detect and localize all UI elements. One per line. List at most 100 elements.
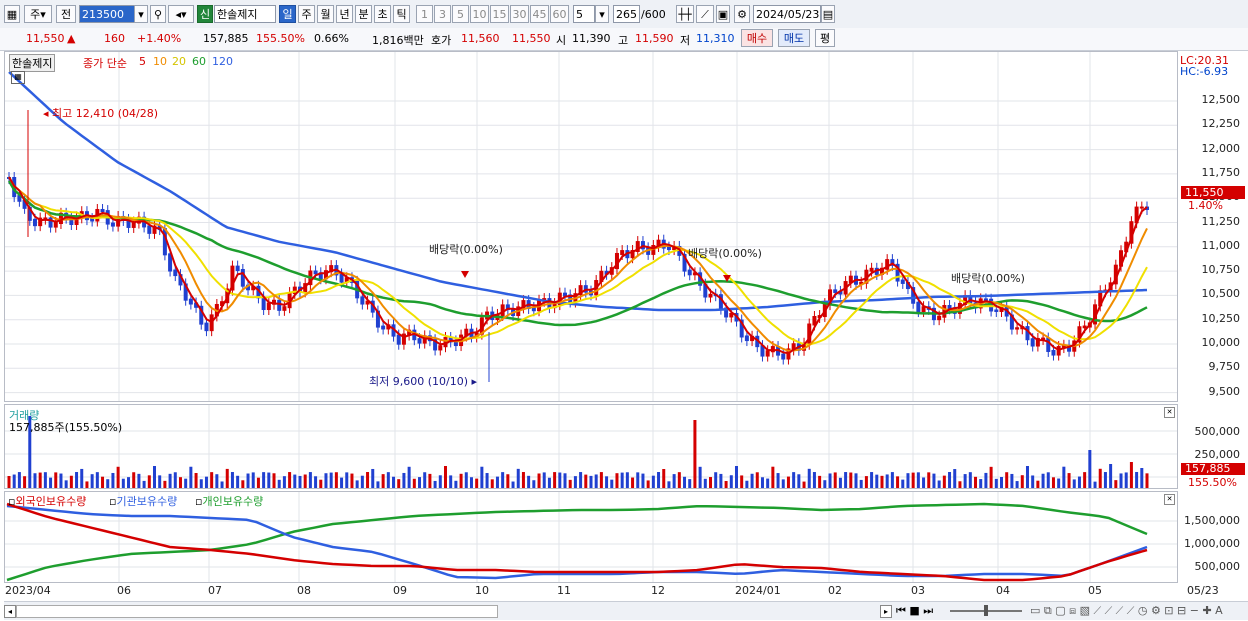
interval-5[interactable]: 30 — [510, 5, 529, 23]
period-6[interactable]: 틱 — [393, 5, 410, 23]
legend-ma10[interactable]: 10 — [153, 55, 167, 68]
interval-7[interactable]: 60 — [550, 5, 569, 23]
speaker-icon[interactable]: ◂▾ — [168, 5, 194, 23]
calendar-icon[interactable]: ▤ — [821, 5, 835, 23]
close-icon[interactable]: ✕ — [1164, 407, 1175, 418]
volume-bar-85 — [449, 475, 453, 488]
scroll-thumb[interactable] — [16, 605, 498, 618]
candle-body-72 — [381, 325, 386, 330]
stock-code-input[interactable]: 213500 — [79, 5, 135, 23]
volume-bar-102 — [537, 473, 541, 488]
volume-bar-78 — [412, 478, 416, 488]
close-icon[interactable]: ✕ — [1164, 494, 1175, 505]
scroll-right-icon[interactable]: ▸ — [880, 605, 892, 618]
volume-bar-113 — [594, 474, 598, 488]
line-tool-icon[interactable]: ⟋ — [696, 5, 714, 23]
volume-bar-126 — [662, 469, 666, 488]
chevron-down-icon[interactable]: ▾ — [595, 5, 609, 23]
legend-ma120[interactable]: 120 — [212, 55, 233, 68]
date-field[interactable]: 2024/05/23 — [753, 5, 821, 23]
volume-bar-13 — [75, 472, 79, 488]
volume-bar-164 — [859, 479, 863, 488]
price-chart[interactable]: ◂ 최고 12,410 (04/28) 최저 9,600 (10/10) ▸ 배당락… — [5, 52, 1177, 401]
volume-bar-155 — [812, 472, 816, 488]
gear-icon[interactable]: ⚙ — [734, 5, 750, 23]
buy-button[interactable]: 매수 — [741, 29, 773, 47]
period-2[interactable]: 월 — [317, 5, 334, 23]
volume-panel[interactable]: 거래량 157,885주(155.50%) ✕ — [4, 404, 1178, 489]
volume-bar-72 — [381, 474, 385, 488]
legend-inst[interactable]: ▫기관보유수량 — [109, 493, 177, 509]
period-1[interactable]: 주 — [298, 5, 315, 23]
volume-bar-203 — [1062, 466, 1066, 488]
chevron-down-icon[interactable]: ▾ — [134, 5, 148, 23]
volume-bar-207 — [1083, 472, 1087, 488]
search-icon[interactable]: ⚲ — [150, 5, 166, 23]
zoom-slider-handle[interactable] — [984, 605, 988, 616]
sell-button[interactable]: 매도 — [778, 29, 810, 47]
x-label-4: 09 — [393, 584, 407, 597]
volume-bar-166 — [870, 472, 874, 488]
interval-4[interactable]: 15 — [490, 5, 509, 23]
legend-foreign[interactable]: ▫외국인보유수량 — [8, 493, 86, 509]
legend-ma60[interactable]: 60 — [192, 55, 206, 68]
period-5[interactable]: 초 — [374, 5, 391, 23]
volume-bar-109 — [573, 476, 577, 488]
volume-bar-3 — [23, 476, 27, 488]
interval-1[interactable]: 3 — [434, 5, 451, 23]
scroll-left-icon[interactable]: ◂ — [4, 605, 16, 618]
interval-3[interactable]: 10 — [470, 5, 489, 23]
table-icon[interactable]: ▦ — [11, 71, 25, 84]
sin-badge[interactable]: 신 — [197, 5, 213, 23]
candle-body-20 — [110, 222, 115, 227]
jeon-button[interactable]: 전 — [56, 5, 76, 23]
last-volume-tag: 157,885 — [1181, 463, 1245, 475]
volume-bar-23 — [127, 477, 131, 488]
candle-type-icon[interactable]: ┼┼ — [676, 5, 694, 23]
price-panel[interactable]: ◂ 최고 12,410 (04/28) 최저 9,600 (10/10) ▸ 배당락… — [4, 51, 1178, 402]
stock-name-field[interactable]: 한솔제지 — [214, 5, 276, 23]
volume-bar-170 — [890, 472, 894, 488]
drawing-tools-icon[interactable]: ▭ ⧉ ▢ ⧈ ▧ ⟋ ⟋ ⟋ ⟋ ◷ ⚙ ⊡ ⊟ − ✚ A — [1030, 604, 1223, 618]
period-4[interactable]: 분 — [355, 5, 372, 23]
legend-ma20[interactable]: 20 — [172, 55, 186, 68]
horizontal-scrollbar[interactable]: ◂ ▸ ⏮ ■ ⏭ ▭ ⧉ ▢ ⧈ ▧ ⟋ ⟋ ⟋ ⟋ ◷ ⚙ ⊡ ⊟ − ✚ … — [4, 601, 1248, 620]
volume-bar-10 — [59, 473, 63, 488]
candle-body-142 — [744, 335, 749, 342]
save-icon[interactable]: ▣ — [716, 5, 730, 23]
x-label-10: 03 — [911, 584, 925, 597]
x-label-13: 05/23 — [1187, 584, 1219, 597]
volume-bar-157 — [823, 480, 827, 488]
chart-menu-icon[interactable]: ▦ — [4, 5, 20, 23]
ask-price: 11,560 — [461, 32, 500, 45]
volume-bar-42 — [225, 468, 229, 488]
last-price-tag: 11,550 — [1181, 186, 1245, 199]
up-arrow-icon: ▲ — [67, 32, 76, 45]
legend-ma5[interactable]: 5 — [139, 55, 146, 68]
volume-bar-19 — [106, 479, 110, 488]
legend-stock-name[interactable]: 한솔제지 — [9, 54, 56, 72]
volume-bar-144 — [755, 472, 759, 488]
jong-selector[interactable]: 주▾ — [24, 5, 52, 23]
eval-button[interactable]: 평 — [815, 29, 835, 47]
holding-panel[interactable]: ▫외국인보유수량 ▫기관보유수량 ▫개인보유수량 ✕ — [4, 491, 1178, 583]
period-0[interactable]: 일 — [279, 5, 296, 23]
vol-tick-250k: 250,000 — [1194, 448, 1241, 461]
interval-0[interactable]: 1 — [416, 5, 433, 23]
volume-bar-177 — [927, 472, 931, 488]
count-field[interactable]: 265 — [613, 5, 640, 23]
period-3[interactable]: 년 — [336, 5, 353, 23]
low-price: 11,310 — [696, 32, 735, 45]
interval-6[interactable]: 45 — [530, 5, 549, 23]
legend-retail[interactable]: ▫개인보유수량 — [195, 493, 263, 509]
volume-chart[interactable] — [5, 405, 1177, 488]
candle-body-18 — [100, 208, 105, 213]
holding-chart[interactable] — [5, 492, 1177, 582]
play-controls-icon[interactable]: ⏮ ■ ⏭ — [896, 604, 933, 618]
interval-2[interactable]: 5 — [452, 5, 469, 23]
volume-bar-44 — [236, 475, 240, 488]
volume-bar-198 — [1036, 480, 1040, 488]
interval-field[interactable]: 5 — [573, 5, 595, 23]
volume-bar-202 — [1057, 478, 1061, 488]
price-tick-12: 9,500 — [1208, 384, 1241, 398]
